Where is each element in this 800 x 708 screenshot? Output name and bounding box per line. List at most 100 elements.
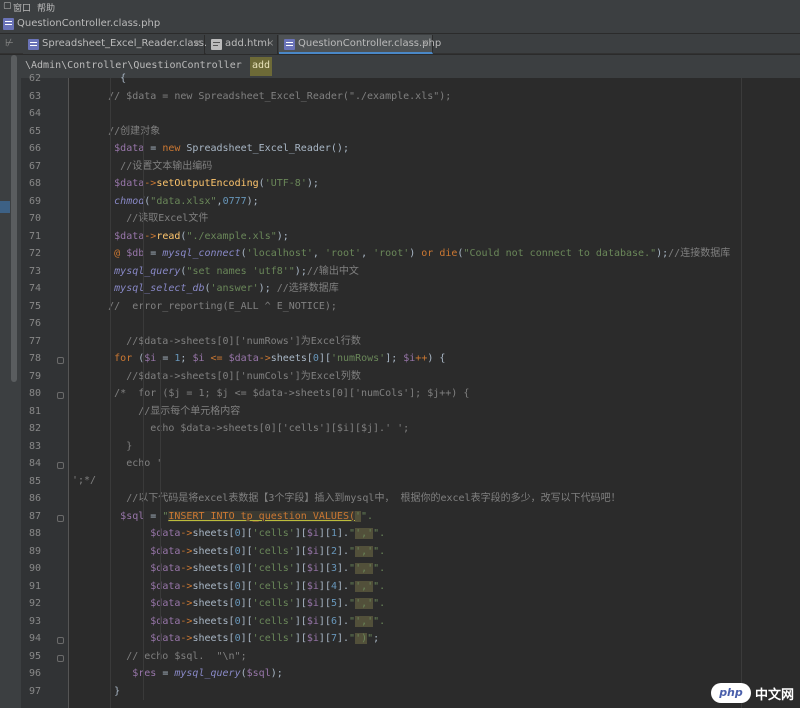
tab-label: QuestionController.class.php	[298, 38, 442, 49]
code-line: //$data->sheets[0]['numRows']为Excel行数	[126, 335, 361, 347]
line-number: 66	[28, 143, 41, 154]
line-number: 70	[28, 213, 41, 224]
code-line: @ $db = mysql_connect('localhost', 'root…	[114, 248, 731, 259]
line-number: 86	[28, 493, 41, 504]
line-number: 82	[28, 423, 41, 434]
code-line: $data->sheets[0]['cells'][$i][1]."','".	[150, 528, 386, 539]
code-line: $data->read("./example.xls");	[114, 230, 289, 242]
line-number: 87	[28, 510, 41, 522]
code-line: // error_reporting(E_ALL ^ E_NOTICE);	[108, 300, 337, 312]
menu-item-help[interactable]: 帮助	[37, 1, 55, 14]
code-line: $data->sheets[0]['cells'][$i][2]."','".	[150, 545, 386, 557]
panel-scrollbar[interactable]	[11, 55, 17, 382]
php-file-icon	[3, 18, 14, 30]
line-number: 63	[28, 90, 41, 102]
code-line: /* for ($j = 1; $j <= $data->sheets[0]['…	[114, 388, 470, 399]
indent-guide	[160, 360, 161, 660]
line-number: 73	[28, 265, 41, 277]
breadcrumb-file[interactable]: QuestionController.class.php	[17, 18, 160, 29]
line-number: 94	[28, 633, 41, 644]
code-line: // $data = new Spreadsheet_Excel_Reader(…	[108, 90, 452, 102]
line-number: 85	[28, 475, 41, 487]
line-number: 65	[28, 125, 41, 137]
code-line: $data->sheets[0]['cells'][$i][7]."')";	[150, 633, 380, 644]
line-number: 79	[28, 370, 41, 382]
tab-add-html[interactable]: add.html ×	[206, 35, 278, 54]
code-line: }	[126, 440, 133, 452]
line-number: 88	[28, 528, 41, 539]
fold-marker-icon[interactable]	[57, 514, 64, 522]
php-logo: php	[710, 683, 751, 703]
line-number: 90	[28, 563, 41, 574]
pin-icon[interactable]: ⊬	[5, 38, 15, 49]
code-line: mysql_query("set names 'utf8'");//输出中文	[114, 265, 359, 277]
code-line: $data->sheets[0]['cells'][$i][6]."','".	[150, 615, 386, 627]
fold-marker-icon[interactable]	[57, 462, 64, 469]
menu-bar: ▢ 窗口 帮助	[0, 0, 800, 14]
code-line: }	[72, 685, 121, 697]
close-icon[interactable]: ×	[266, 38, 274, 49]
indent-guide	[110, 78, 111, 708]
code-line: mysql_select_db('answer'); //选择数据库	[114, 283, 339, 294]
code-line: $res = mysql_query($sql);	[132, 668, 283, 679]
code-line: //以下代码是将excel表数据【3个字段】插入到mysql中， 根据你的exc…	[126, 493, 621, 504]
line-number: 78	[28, 353, 41, 364]
line-number: 76	[28, 318, 41, 329]
window-menu-icon[interactable]: ▢	[3, 1, 12, 11]
code-line: for ($i = 1; $i <= $data->sheets[0]['num…	[114, 353, 446, 364]
code-line: $data = new Spreadsheet_Excel_Reader();	[114, 143, 349, 154]
code-line: echo $data->sheets[0]['cells'][$i][$j].'…	[150, 423, 410, 434]
line-number: 71	[28, 230, 41, 242]
line-number: 95	[28, 650, 41, 662]
line-number: 72	[28, 248, 41, 259]
line-number: 74	[28, 283, 41, 294]
line-number: 89	[28, 545, 41, 557]
line-number: 68	[28, 178, 41, 189]
fold-marker-icon[interactable]	[57, 357, 64, 364]
tab-label: add.html	[225, 38, 270, 49]
html-file-icon	[211, 39, 222, 50]
code-line: //创建对象	[108, 125, 161, 137]
code-line: $data->sheets[0]['cells'][$i][4]."','".	[150, 580, 386, 592]
tab-spreadsheet-excel-reader[interactable]: Spreadsheet_Excel_Reader.class.php ×	[23, 35, 226, 54]
code-line: echo ' ';*/	[72, 458, 163, 486]
watermark: php 中文网	[710, 682, 794, 704]
line-number: 81	[28, 405, 41, 417]
code-line: $data->sheets[0]['cells'][$i][5]."','".	[150, 598, 386, 609]
line-number: 83	[28, 440, 41, 452]
code-breadcrumb: \Admin\Controller\QuestionController add	[21, 55, 800, 78]
line-number: 93	[28, 615, 41, 627]
selection-marker	[0, 201, 10, 213]
code-line: $data->sheets[0]['cells'][$i][3]."','".	[150, 563, 386, 574]
fold-marker-icon[interactable]	[57, 654, 64, 662]
line-number: 75	[28, 300, 41, 312]
line-number: 80	[28, 388, 41, 399]
close-icon[interactable]: ×	[421, 38, 429, 49]
code-line: //读取Excel文件	[126, 213, 209, 224]
line-number: 64	[28, 108, 41, 119]
code-line: chmod("data.xlsx",0777);	[114, 195, 259, 207]
breadcrumb-class[interactable]: \Admin\Controller\QuestionController	[25, 60, 242, 71]
navigation-bar: QuestionController.class.php	[0, 14, 800, 34]
fold-marker-icon[interactable]	[57, 637, 64, 644]
php-file-icon	[284, 39, 295, 50]
line-number: 97	[28, 685, 41, 697]
fold-marker-icon[interactable]	[57, 392, 64, 399]
line-number: 84	[28, 458, 41, 469]
tab-question-controller[interactable]: QuestionController.class.php ×	[279, 35, 441, 54]
watermark-text: 中文网	[754, 687, 794, 703]
breadcrumb-method[interactable]: add	[250, 57, 273, 76]
code-line: //$data->sheets[0]['numCols']为Excel列数	[126, 370, 361, 382]
line-number: 77	[28, 335, 41, 347]
line-number: 96	[28, 668, 41, 679]
menu-item-window[interactable]: 窗口	[13, 1, 31, 14]
editor-tab-bar: ⊬ Spreadsheet_Excel_Reader.class.php × a…	[0, 34, 800, 54]
right-margin-guide	[741, 78, 742, 708]
code-line: {	[72, 73, 127, 84]
indent-guide	[143, 130, 144, 700]
code-line: //显示每个单元格内容	[138, 405, 241, 417]
php-file-icon	[28, 39, 39, 50]
code-line: $sql = "INSERT INTO tp_question VALUES('…	[120, 510, 374, 522]
line-number: 67	[28, 160, 41, 172]
close-icon[interactable]: ×	[193, 38, 201, 49]
